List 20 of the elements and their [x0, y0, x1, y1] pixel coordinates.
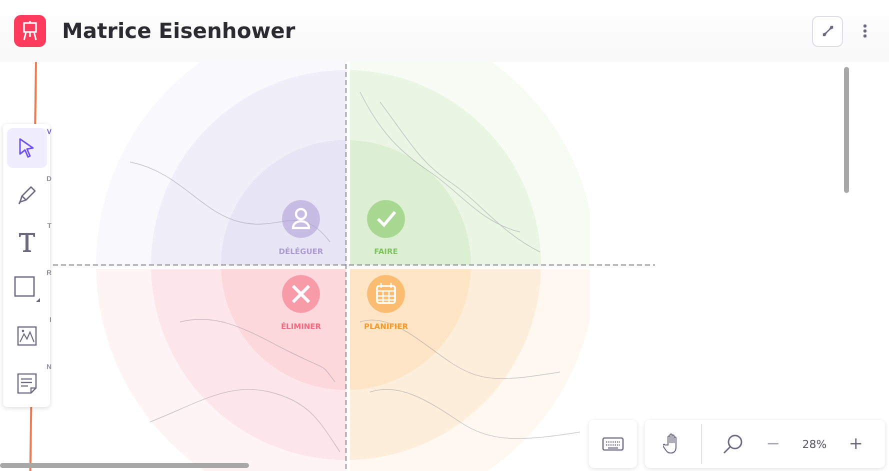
page-title: Matrice Eisenhower [62, 19, 296, 43]
calendar-icon[interactable] [367, 275, 405, 313]
check-icon[interactable] [367, 200, 405, 238]
text-t-icon [16, 231, 36, 253]
image-icon [16, 326, 36, 346]
keyboard-icon[interactable] [589, 420, 638, 468]
zoom-level: 28% [801, 438, 828, 450]
zoom-out-button[interactable]: − [756, 434, 790, 454]
rectangle-icon [12, 275, 40, 303]
horizontal-scrollbar[interactable] [0, 463, 249, 468]
zoom-in-button[interactable]: + [838, 434, 873, 454]
expand-button[interactable] [812, 16, 843, 46]
pencil-icon [16, 184, 38, 206]
cross-icon[interactable] [282, 275, 320, 313]
easel-logo-icon [14, 15, 46, 47]
vertical-scrollbar[interactable] [844, 67, 849, 193]
user-icon[interactable] [282, 200, 320, 238]
more-options-icon[interactable] [861, 22, 869, 40]
note-icon [16, 372, 36, 394]
cursor-icon [18, 137, 36, 159]
